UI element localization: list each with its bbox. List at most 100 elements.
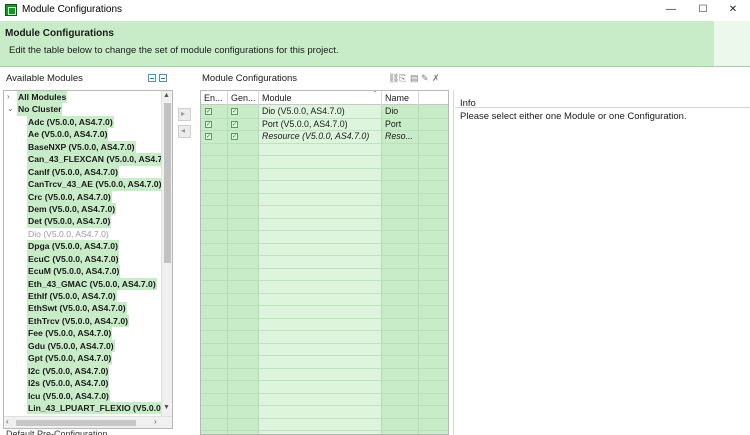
- tree-item[interactable]: Det (V5.0.0, AS4.7.0): [4, 215, 161, 228]
- paste-icon[interactable]: ▤: [410, 73, 421, 84]
- column-header-module[interactable]: Module ⌃: [259, 91, 382, 105]
- column-header-module-label: Module: [262, 93, 292, 103]
- tree-item[interactable]: Gdu (V5.0.0, AS4.7.0): [4, 339, 161, 353]
- configurations-toolbar: ⛓⎘ ▤✎ ✗: [388, 73, 443, 84]
- tree-item-label: Icu (V5.0.0, AS4.7.0): [27, 389, 110, 402]
- tree-toggle-icon[interactable]: ⌄: [7, 103, 14, 115]
- window-title: Module Configurations: [22, 4, 123, 15]
- tree-item[interactable]: Can_43_FLEXCAN (V5.0.0, AS4.7: [4, 153, 161, 166]
- column-header-name[interactable]: Name: [382, 91, 419, 105]
- table-row[interactable]: ✓ ✓ Dio (V5.0.0, AS4.7.0) Dio: [201, 105, 448, 118]
- table-gridline: [201, 205, 448, 206]
- tree-content: › All Modules ⌄ No Cluster Adc (V5.0.0, AS4.…: [4, 91, 161, 416]
- enabled-checkbox[interactable]: ✓: [205, 108, 212, 115]
- tree-item-label: EcuC (V5.0.0, AS4.7.0): [27, 252, 120, 266]
- add-configuration-button[interactable]: ▸: [178, 108, 191, 121]
- table-gridline: [201, 380, 448, 381]
- tree-item-label: I2c (V5.0.0, AS4.7.0): [27, 364, 110, 378]
- table-row[interactable]: ✓ ✓ Port (V5.0.0, AS4.7.0) Port: [201, 118, 448, 131]
- tree-item[interactable]: EthTrcv (V5.0.0, AS4.7.0): [4, 314, 161, 328]
- module-configurations-table[interactable]: En... Gen... Module ⌃ Name ✓ ✓ Dio (V5.0.0…: [200, 90, 449, 435]
- tree-node[interactable]: › All Modules: [4, 91, 161, 104]
- tree-item[interactable]: Crc (V5.0.0, AS4.7.0): [4, 190, 161, 203]
- tree-item[interactable]: BaseNXP (V5.0.0, AS4.7.0): [4, 140, 161, 154]
- available-modules-tree[interactable]: › All Modules ⌄ No Cluster Adc (V5.0.0, AS4.…: [3, 90, 173, 429]
- delete-icon[interactable]: ✗: [432, 73, 443, 84]
- table-gridline: [201, 180, 448, 181]
- collapse-all-icon[interactable]: [159, 74, 167, 82]
- tree-vertical-scrollbar[interactable]: ▲ ▼: [161, 91, 172, 416]
- scroll-right-icon[interactable]: ›: [154, 417, 157, 426]
- expand-all-icon[interactable]: [148, 74, 156, 82]
- column-header-generate[interactable]: Gen...: [228, 91, 259, 105]
- tree-item[interactable]: I2s (V5.0.0, AS4.7.0): [4, 377, 161, 390]
- tree-item[interactable]: Gpt (V5.0.0, AS4.7.0): [4, 352, 161, 365]
- scroll-up-icon[interactable]: ▲: [163, 92, 170, 99]
- scroll-thumb[interactable]: [164, 103, 171, 263]
- tree-item[interactable]: Eth_43_GMAC (V5.0.0, AS4.7.0): [4, 277, 161, 291]
- table-gridline: [201, 417, 448, 419]
- tree-toggle-icon[interactable]: ›: [7, 91, 10, 103]
- module-cell[interactable]: Port (V5.0.0, AS4.7.0): [259, 118, 382, 131]
- tree-item-label: Dpga (V5.0.0, AS4.7.0): [27, 240, 119, 253]
- tree-item-label: EthTrcv (V5.0.0, AS4.7.0): [27, 314, 129, 328]
- scroll-down-icon[interactable]: ▼: [163, 404, 170, 411]
- tree-node-label: No Cluster: [17, 103, 63, 116]
- edit-icon[interactable]: ✎: [421, 73, 432, 84]
- scroll-left-icon[interactable]: ‹: [6, 417, 9, 426]
- enabled-checkbox[interactable]: ✓: [205, 120, 212, 128]
- close-button[interactable]: ✕: [718, 2, 748, 18]
- column-header-enabled[interactable]: En...: [201, 91, 228, 105]
- generate-checkbox[interactable]: ✓: [231, 120, 238, 128]
- table-gridline: [201, 342, 448, 344]
- remove-configuration-button[interactable]: ◂: [178, 125, 191, 138]
- tree-item-label: Can_43_FLEXCAN (V5.0.0, AS4.7: [27, 153, 161, 166]
- tree-item-label: EthIf (V5.0.0, AS4.7.0): [27, 290, 117, 303]
- table-gridline: [201, 267, 448, 269]
- tree-item-label: Det (V5.0.0, AS4.7.0): [27, 215, 112, 228]
- module-cell[interactable]: Resource (V5.0.0, AS4.7.0): [259, 130, 382, 143]
- tree-item[interactable]: CanIf (V5.0.0, AS4.7.0): [4, 165, 161, 179]
- tree-item-label: EcuM (V5.0.0, AS4.7.0): [27, 265, 121, 278]
- tree-item[interactable]: EcuC (V5.0.0, AS4.7.0): [4, 252, 161, 266]
- generate-checkbox[interactable]: ✓: [231, 108, 238, 115]
- tree-item[interactable]: Dio (V5.0.0, AS4.7.0): [4, 228, 161, 240]
- table-row[interactable]: ✓ ✓ Resource (V5.0.0, AS4.7.0) Reso...: [201, 130, 448, 143]
- name-cell[interactable]: Reso...: [382, 130, 419, 143]
- table-gridline: [201, 255, 448, 256]
- tree-item[interactable]: Lin_43_LPUART_FLEXIO (V5.0.0,: [4, 401, 161, 415]
- tree-item[interactable]: Adc (V5.0.0, AS4.7.0): [4, 115, 161, 129]
- enabled-checkbox[interactable]: ✓: [205, 133, 212, 140]
- minimize-button[interactable]: —: [656, 2, 686, 18]
- module-cell[interactable]: Dio (V5.0.0, AS4.7.0): [259, 105, 382, 118]
- tree-item[interactable]: Dem (V5.0.0, AS4.7.0): [4, 202, 161, 216]
- tree-horizontal-scrollbar[interactable]: ‹ ›: [4, 416, 172, 428]
- copy-icon[interactable]: ⎘: [399, 73, 410, 84]
- tree-item-label: Adc (V5.0.0, AS4.7.0): [27, 115, 114, 129]
- tree-item-label: Gdu (V5.0.0, AS4.7.0): [27, 339, 115, 353]
- tree-item-label: Gpt (V5.0.0, AS4.7.0): [27, 352, 113, 365]
- tree-item[interactable]: EcuM (V5.0.0, AS4.7.0): [4, 265, 161, 278]
- tree-node[interactable]: ⌄ No Cluster: [4, 103, 161, 116]
- tree-item[interactable]: I2c (V5.0.0, AS4.7.0): [4, 364, 161, 378]
- tree-item[interactable]: Icu (V5.0.0, AS4.7.0): [4, 389, 161, 402]
- link-icon[interactable]: ⛓: [388, 73, 399, 84]
- tree-item[interactable]: Ae (V5.0.0, AS4.7.0): [4, 128, 161, 141]
- tree-item[interactable]: Fee (V5.0.0, AS4.7.0): [4, 327, 161, 340]
- tree-item[interactable]: Dpga (V5.0.0, AS4.7.0): [4, 240, 161, 253]
- tree-item-label: Dem (V5.0.0, AS4.7.0): [27, 202, 117, 216]
- tree-item-label: CanIf (V5.0.0, AS4.7.0): [27, 165, 119, 179]
- maximize-button[interactable]: ☐: [688, 2, 718, 18]
- generate-checkbox[interactable]: ✓: [231, 133, 238, 140]
- panel-splitter[interactable]: [453, 90, 454, 435]
- tree-item[interactable]: EthSwt (V5.0.0, AS4.7.0): [4, 302, 161, 315]
- table-gridline: [201, 167, 448, 169]
- name-cell[interactable]: Port: [382, 118, 419, 131]
- name-cell[interactable]: Dio: [382, 105, 419, 118]
- scroll-thumb-horizontal[interactable]: [16, 420, 136, 426]
- banner-title: Module Configurations: [5, 28, 114, 39]
- table-gridline: [201, 430, 448, 431]
- table-gridline: [201, 230, 448, 231]
- tree-item[interactable]: CanTrcv_43_AE (V5.0.0, AS4.7.0): [4, 178, 161, 191]
- tree-item[interactable]: EthIf (V5.0.0, AS4.7.0): [4, 290, 161, 303]
